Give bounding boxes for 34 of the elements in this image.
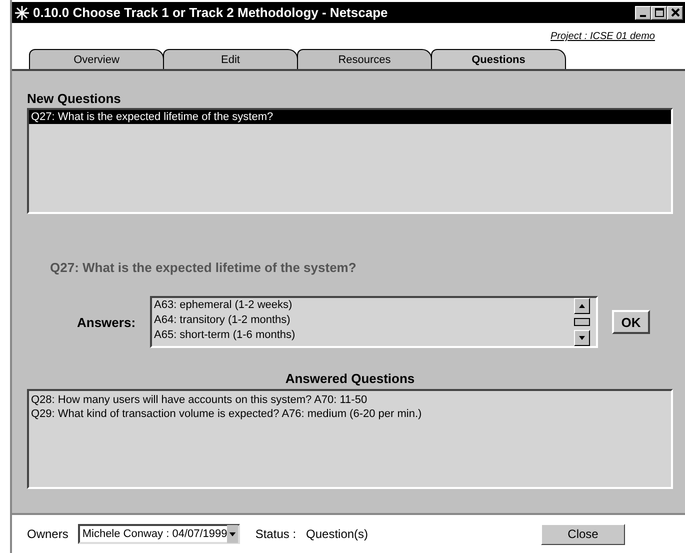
minimize-button[interactable] (635, 6, 651, 20)
close-icon (670, 8, 680, 17)
tab[interactable]: Edit (163, 49, 298, 69)
star-logo-icon (14, 4, 30, 20)
owners-label: Owners (27, 527, 68, 541)
tab[interactable]: Overview (29, 49, 164, 69)
list-item[interactable]: Q27: What is the expected lifetime of the system? (29, 110, 671, 124)
project-link[interactable]: Project : ICSE 01 demo (550, 31, 655, 42)
tab[interactable]: Resources (297, 49, 432, 69)
answers-list[interactable]: A63: ephemeral (1-2 weeks) A64: transitory (1-2 months) A65: short-term (1-6 months) (150, 296, 598, 348)
section-heading: Answered Questions (284, 371, 416, 386)
scroll-up-icon[interactable] (574, 298, 590, 314)
close-button[interactable] (667, 6, 683, 20)
ok-button[interactable]: OK (612, 310, 650, 334)
question-text: Q27: What is the expected lifetime of the system? (50, 260, 358, 275)
status-value: Question(s) (306, 527, 368, 541)
list-item[interactable]: A63: ephemeral (1-2 weeks) (152, 298, 574, 313)
list-item[interactable]: A64: transitory (1-2 months) (152, 313, 574, 328)
maximize-icon (654, 8, 664, 17)
close-button[interactable]: Close (541, 524, 625, 544)
list-item: Q29: What kind of transaction volume is expected? A76: medium (6-20 per min.) (30, 407, 423, 421)
tab[interactable]: Questions (431, 49, 566, 69)
question-list[interactable]: Q27: What is the expected lifetime of the system? (27, 108, 673, 214)
maximize-button[interactable] (651, 6, 667, 20)
window-title: 0.10.0 Choose Track 1 or Track 2 Methodology - Netscape (33, 5, 388, 20)
owner-dropdown[interactable]: Michele Conway : 04/07/1999 (78, 524, 240, 544)
status-label: Status : (255, 527, 296, 541)
scroll-down-icon[interactable] (574, 330, 590, 346)
scrollbar[interactable] (574, 298, 590, 346)
minimize-icon (640, 14, 646, 16)
section-heading: New Questions (27, 91, 122, 106)
answers-label: Answers: (76, 314, 137, 330)
list-item[interactable]: A65: short-term (1-6 months) (152, 328, 574, 343)
list-item: Q28: How many users will have accounts on this system? A70: 11-50 (30, 393, 368, 407)
